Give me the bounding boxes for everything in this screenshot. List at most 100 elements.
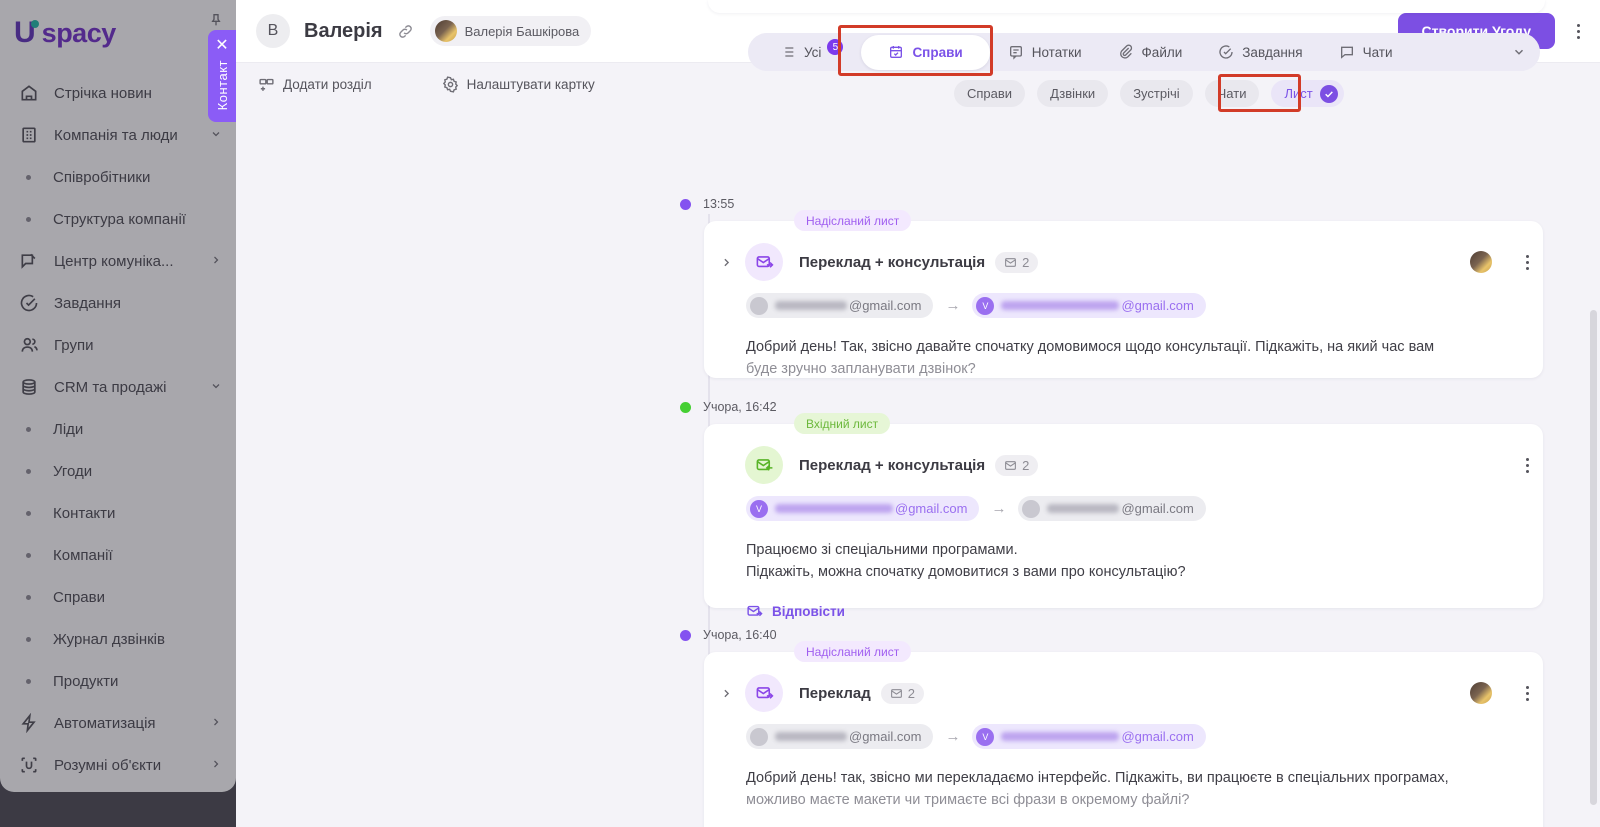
email-card: Вхідний лист Переклад + консультація 2 V…: [704, 413, 1543, 619]
tab-activities-label: Справи: [912, 44, 963, 60]
timeline-dot-incoming: [680, 401, 691, 413]
timeline-tabbar: Усі 5 Справи Нотатки Файли Завдання Чати: [748, 33, 1540, 71]
card-toolbar: Додати розділ Налаштувати картку: [258, 76, 595, 93]
assignee-chip[interactable]: Валерія Башкірова: [429, 16, 592, 46]
timeline-entry-meta: Учора, 16:40: [680, 628, 777, 642]
email-from-pill[interactable]: @gmail.com: [746, 724, 934, 749]
check-icon: [1319, 84, 1338, 103]
configure-card-button[interactable]: Налаштувати картку: [442, 76, 595, 93]
contact-panel-side-tab[interactable]: ✕ Контакт: [208, 30, 236, 122]
email-domain: @gmail.com: [849, 729, 922, 744]
body-line: Підкажіть, можна спочатку домовитися з в…: [746, 564, 1186, 580]
card-more-icon[interactable]: [1526, 685, 1529, 701]
card-more-icon[interactable]: [1526, 457, 1529, 473]
body-line: Добрий день! так, звісно ми перекладаємо…: [746, 770, 1449, 786]
incoming-mail-icon: [745, 446, 783, 484]
timeline-entry-meta: 13:55: [680, 197, 734, 211]
app-root: U spacy Стрічка новин Компанія та люди С…: [0, 0, 1600, 827]
email-count: 2: [1022, 457, 1030, 473]
add-section-button[interactable]: Додати розділ: [258, 76, 372, 93]
email-from-pill[interactable]: V @gmail.com: [746, 496, 980, 521]
tab-activities[interactable]: Справи: [861, 34, 990, 70]
email-type-badge: Надісланий лист: [794, 210, 912, 231]
tab-tasks-label: Завдання: [1242, 44, 1303, 60]
copy-link-icon[interactable]: [397, 23, 414, 40]
tab-notes-label: Нотатки: [1031, 44, 1082, 60]
email-domain: @gmail.com: [895, 501, 968, 516]
expand-chevron-icon[interactable]: [720, 256, 733, 269]
email-type-badge: Надісланий лист: [794, 641, 912, 662]
filter-chip-activities[interactable]: Справи: [954, 80, 1026, 107]
email-subject[interactable]: Переклад + консультація: [799, 254, 985, 271]
tab-files-label: Файли: [1141, 44, 1183, 60]
tab-chats-label: Чати: [1362, 44, 1393, 60]
email-count-pill[interactable]: 2: [995, 454, 1039, 476]
more-menu-icon[interactable]: [1577, 23, 1580, 39]
timeline-dot-sent: [680, 629, 691, 641]
email-card: Надісланий лист Переклад + консультація …: [704, 210, 1543, 380]
tab-all[interactable]: Усі 5: [762, 33, 861, 71]
configure-card-label: Налаштувати картку: [466, 77, 595, 92]
assignee-avatar: [434, 20, 457, 42]
sent-mail-icon: [745, 243, 783, 281]
vertical-scrollbar[interactable]: [1590, 310, 1597, 805]
entry-time: Учора, 16:42: [703, 400, 777, 414]
arrow-right-icon: →: [991, 500, 1007, 517]
sidebar: U spacy Стрічка новин Компанія та люди С…: [0, 0, 236, 827]
email-domain: @gmail.com: [1121, 501, 1194, 516]
filter-label: Справи: [967, 86, 1013, 101]
email-count-pill[interactable]: 2: [995, 251, 1039, 273]
expand-chevron-icon[interactable]: [720, 687, 733, 700]
email-count-pill[interactable]: 2: [880, 682, 924, 704]
email-to-pill[interactable]: @gmail.com: [1018, 496, 1206, 521]
email-to-pill[interactable]: V @gmail.com: [972, 724, 1206, 749]
tab-notes[interactable]: Нотатки: [990, 33, 1100, 71]
scrolled-card-edge: [708, 0, 1545, 13]
email-body: Добрий день! Так, звісно давайте спочатк…: [704, 318, 1543, 380]
email-domain: @gmail.com: [1121, 298, 1194, 313]
contact-panel: ✕ Контакт В Валерія Валерія Башкірова Ст…: [208, 0, 1600, 827]
add-section-label: Додати розділ: [283, 77, 372, 92]
body-line: можливо маєте макети чи тримаєте всі фра…: [746, 792, 1190, 808]
body-line: Працюємо зі спеціальними програмами.: [746, 542, 1018, 558]
email-domain: @gmail.com: [1121, 729, 1194, 744]
arrow-right-icon: →: [945, 297, 961, 314]
email-card: Надісланий лист Переклад 2 @gmail.com → …: [704, 641, 1543, 827]
avatar: [1470, 682, 1492, 704]
filter-label: Лист: [1284, 86, 1313, 101]
tabbar-chevron-down-icon[interactable]: [1512, 45, 1526, 59]
avatar: [1470, 251, 1492, 273]
email-subject[interactable]: Переклад + консультація: [799, 457, 985, 474]
filter-chip-chats[interactable]: Чати: [1204, 80, 1260, 107]
sent-mail-icon: [745, 674, 783, 712]
tab-all-label: Усі: [804, 44, 822, 60]
email-body: Добрий день! так, звісно ми перекладаємо…: [704, 749, 1543, 811]
email-body: Працюємо зі спеціальними програмами. Під…: [704, 521, 1543, 583]
email-count: 2: [1022, 254, 1030, 270]
email-to-pill[interactable]: V @gmail.com: [972, 293, 1206, 318]
filter-chip-meetings[interactable]: Зустрічі: [1120, 80, 1193, 107]
filter-chip-calls[interactable]: Дзвінки: [1037, 80, 1109, 107]
entry-time: Учора, 16:40: [703, 628, 777, 642]
reply-button[interactable]: Відповісти: [746, 603, 1543, 620]
tab-files[interactable]: Файли: [1100, 33, 1201, 71]
assignee-name: Валерія Башкірова: [464, 23, 580, 39]
entry-time: 13:55: [703, 197, 735, 211]
modal-dim-overlay: [0, 0, 236, 827]
email-from-pill[interactable]: @gmail.com: [746, 293, 934, 318]
email-count: 2: [907, 685, 915, 701]
tab-tasks[interactable]: Завдання: [1200, 33, 1320, 71]
close-icon[interactable]: ✕: [215, 36, 228, 56]
activity-filters: Справи Дзвінки Зустрічі Чати Лист: [954, 80, 1344, 107]
filter-label: Зустрічі: [1133, 86, 1180, 101]
email-addresses: @gmail.com → V @gmail.com: [704, 712, 1543, 749]
contact-avatar: В: [256, 14, 290, 48]
timeline-entry-meta: Учора, 16:42: [680, 400, 777, 414]
email-subject[interactable]: Переклад: [799, 685, 871, 702]
filter-chip-letter[interactable]: Лист: [1271, 80, 1344, 107]
timeline-dot-sent: [680, 198, 691, 210]
tab-chats[interactable]: Чати: [1321, 33, 1411, 71]
arrow-right-icon: →: [945, 728, 961, 745]
card-more-icon[interactable]: [1526, 254, 1529, 270]
tab-all-badge: 5: [827, 39, 844, 55]
